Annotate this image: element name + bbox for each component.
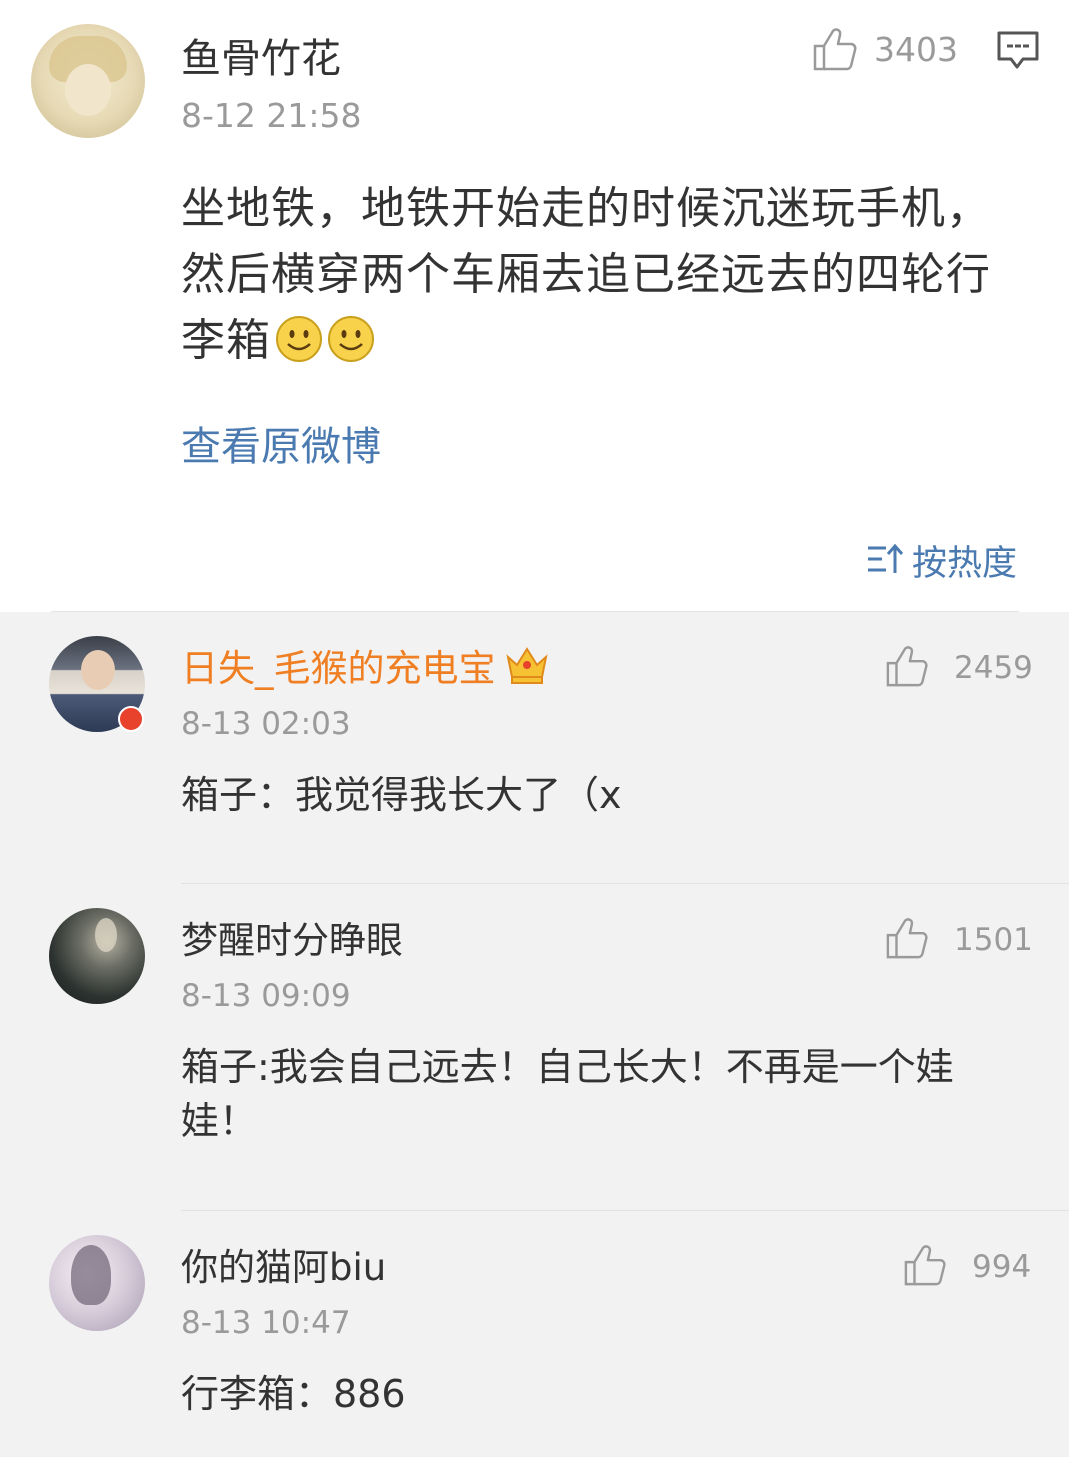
post-timestamp: 8-12 21:58 [181, 96, 362, 135]
comment-item: 日失_毛猴的充电宝 8-13 02:03 2459 箱子：我觉得我长大了（x [0, 612, 1069, 884]
main-post: 鱼骨竹花 8-12 21:58 3403 坐地铁，地铁开始走的时候沉迷玩手机，然… [0, 0, 1069, 612]
author-avatar[interactable] [31, 24, 145, 138]
thumbs-up-icon[interactable] [885, 644, 929, 688]
author-name[interactable]: 鱼骨竹花 [181, 26, 341, 84]
thumbs-up-icon[interactable] [903, 1243, 947, 1287]
comment-icon[interactable] [996, 30, 1040, 72]
avatar-face-shape [65, 64, 111, 116]
comment-timestamp: 8-13 09:09 [181, 978, 351, 1014]
avatar-face-shape [95, 918, 117, 952]
commenter-name[interactable]: 你的猫阿biu [181, 1237, 386, 1291]
commenter-name[interactable]: 梦醒时分睁眼 [181, 910, 403, 964]
post-body: 坐地铁，地铁开始走的时候沉迷玩手机，然后横穿两个车厢去追已经远去的四轮行李箱 [181, 176, 1011, 374]
comment-item: 梦醒时分睁眼 8-13 09:09 1501 箱子:我会自己远去！自己长大！不再… [0, 884, 1069, 1211]
commenter-name[interactable]: 日失_毛猴的充电宝 [181, 638, 550, 692]
like-count: 994 [972, 1249, 1032, 1285]
comment-timestamp: 8-13 02:03 [181, 706, 351, 742]
commenter-avatar[interactable] [49, 1235, 145, 1331]
like-count: 2459 [954, 650, 1033, 686]
like-count: 3403 [874, 30, 958, 69]
smiley-emoji-icon [276, 316, 322, 362]
sort-toggle[interactable]: 按热度 [866, 536, 1017, 584]
comment-list: 日失_毛猴的充电宝 8-13 02:03 2459 箱子：我觉得我长大了（x 梦… [0, 612, 1069, 1457]
like-count: 1501 [954, 922, 1033, 958]
verified-badge-icon [118, 706, 144, 732]
sort-icon [868, 543, 904, 573]
avatar-face-shape [81, 650, 115, 690]
comment-text: 箱子:我会自己远去！自己长大！不再是一个娃娃！ [181, 1045, 954, 1143]
smiley-emoji-icon [328, 316, 374, 362]
comment-timestamp: 8-13 10:47 [181, 1305, 351, 1341]
thumbs-up-icon[interactable] [885, 916, 929, 960]
view-original-link[interactable]: 查看原微博 [181, 414, 381, 472]
comment-item: 你的猫阿biu 8-13 10:47 994 行李箱：886 [0, 1211, 1069, 1457]
sort-label: 按热度 [912, 543, 1018, 584]
commenter-avatar[interactable] [49, 908, 145, 1004]
avatar-figure-shape [71, 1245, 111, 1305]
thumbs-up-icon[interactable] [812, 26, 858, 72]
comment-text: 箱子：我觉得我长大了（x [181, 773, 622, 817]
commenter-name-text: 日失_毛猴的充电宝 [181, 647, 496, 690]
comment-text: 行李箱：886 [181, 1372, 406, 1416]
crown-member-icon [505, 647, 548, 684]
